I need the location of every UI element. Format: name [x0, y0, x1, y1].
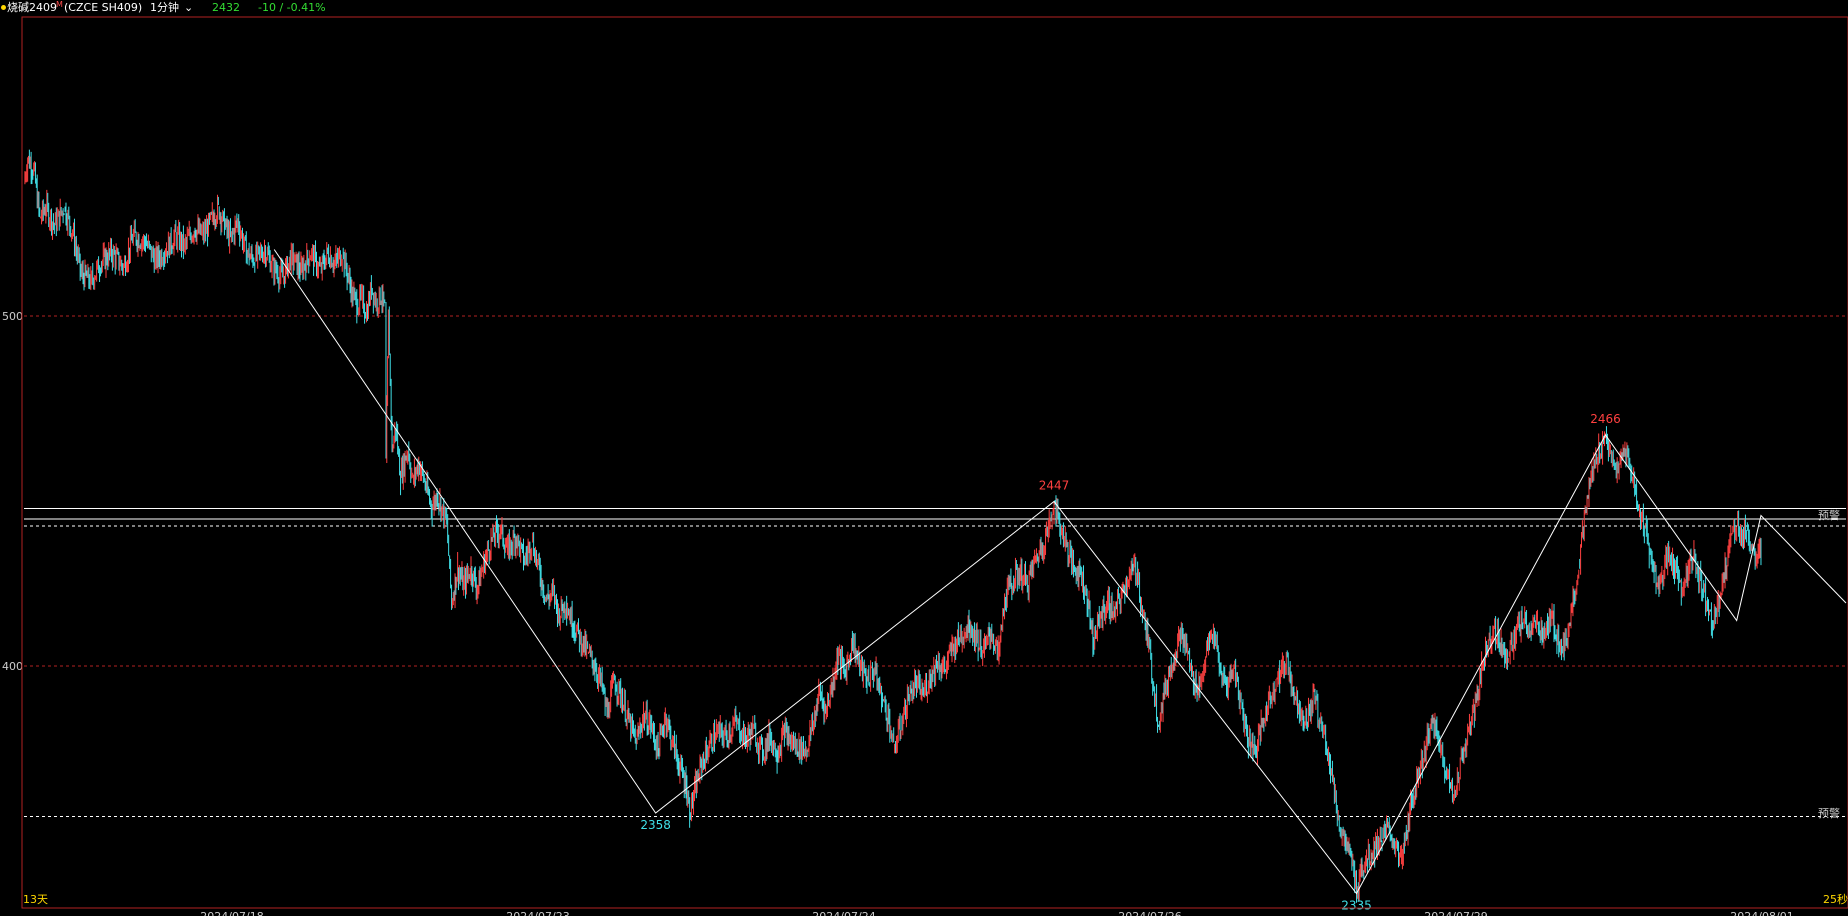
- peak-label: 2466: [1590, 412, 1621, 426]
- horizontal-lines[interactable]: [24, 508, 1846, 817]
- zigzag-line: [273, 249, 1847, 895]
- x-date-label: 2024/07/29: [1424, 910, 1487, 916]
- countdown-label: 25秒: [1823, 892, 1848, 906]
- alert-label-upper[interactable]: 预警: [1818, 508, 1840, 522]
- y-tick-label: 400: [2, 660, 23, 673]
- peak-label: 2447: [1039, 479, 1070, 493]
- trough-label: 2358: [640, 818, 671, 832]
- x-date-label: 2024/07/18: [200, 910, 263, 916]
- price-chart[interactable]: 400 500 2447 2466 2358 2335 预警 预警 13天 25秒 20…: [0, 0, 1848, 916]
- x-axis-labels: 2024/07/18 2024/07/23 2024/07/24 2024/07/26…: [200, 910, 1793, 916]
- extreme-labels: 2447 2466 2358 2335: [640, 412, 1620, 913]
- range-label: 13天: [23, 893, 48, 906]
- trough-label: 2335: [1341, 899, 1372, 913]
- y-tick-label: 500: [2, 310, 23, 323]
- x-date-label: 2024/08/01: [1730, 910, 1793, 916]
- x-date-label: 2024/07/23: [506, 910, 569, 916]
- alert-label-lower[interactable]: 预警: [1818, 806, 1840, 820]
- chart-frame: [21, 16, 1848, 909]
- x-date-label: 2024/07/26: [1118, 910, 1181, 916]
- x-date-label: 2024/07/24: [812, 910, 875, 916]
- grid-layer: 400 500: [2, 310, 1846, 673]
